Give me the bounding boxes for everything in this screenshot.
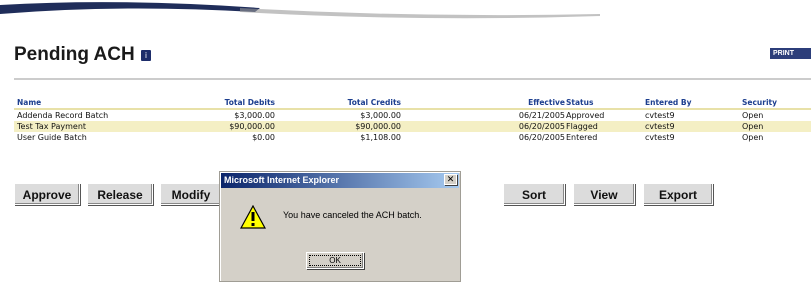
- sort-button[interactable]: Sort: [503, 183, 565, 205]
- table-row[interactable]: User Guide Batch $0.00 $1,108.00 06/20/2…: [14, 132, 811, 143]
- cell-status: Entered: [566, 133, 598, 142]
- ach-table: Name Total Debits Total Credits Effectiv…: [14, 97, 811, 143]
- table-row[interactable]: Test Tax Payment $90,000.00 $90,000.00 0…: [14, 121, 811, 132]
- column-header-security[interactable]: Security: [742, 97, 777, 108]
- warning-icon: [240, 205, 266, 229]
- page-title: Pending ACH: [14, 44, 135, 65]
- table-header: Name Total Debits Total Credits Effectiv…: [14, 97, 811, 110]
- cell-name[interactable]: Addenda Record Batch: [17, 110, 108, 121]
- cell-name[interactable]: User Guide Batch: [17, 132, 87, 143]
- divider: [14, 78, 811, 80]
- cell-security: Open: [742, 133, 764, 142]
- view-button[interactable]: View: [573, 183, 635, 205]
- cell-total-debits: $90,000.00: [229, 122, 275, 131]
- column-header-total-credits[interactable]: Total Credits: [348, 97, 401, 108]
- cell-status: Flagged: [566, 122, 598, 131]
- cell-total-credits: $1,108.00: [360, 133, 401, 142]
- cell-effective: 06/21/2005: [518, 111, 565, 120]
- print-button[interactable]: PRINT: [770, 48, 811, 59]
- alert-dialog: Microsoft Internet Explorer ✕ You have c…: [219, 171, 461, 282]
- cell-security: Open: [742, 122, 764, 131]
- column-header-effective[interactable]: Effective: [528, 97, 565, 108]
- cell-entered-by: cvtest9: [645, 111, 675, 120]
- table-row[interactable]: Addenda Record Batch $3,000.00 $3,000.00…: [14, 110, 811, 121]
- cell-entered-by: cvtest9: [645, 133, 675, 142]
- cell-entered-by: cvtest9: [645, 122, 675, 131]
- export-button[interactable]: Export: [643, 183, 713, 205]
- dialog-message: You have canceled the ACH batch.: [283, 210, 422, 220]
- header-swoosh: [0, 0, 600, 19]
- cell-effective: 06/20/2005: [518, 122, 565, 131]
- column-header-entered-by[interactable]: Entered By: [645, 97, 692, 108]
- close-icon[interactable]: ✕: [444, 174, 457, 185]
- cell-security: Open: [742, 111, 764, 120]
- cell-total-debits: $3,000.00: [234, 111, 275, 120]
- cell-name[interactable]: Test Tax Payment: [17, 121, 86, 132]
- cell-total-credits: $3,000.00: [360, 111, 401, 120]
- cell-total-debits: $0.00: [252, 133, 275, 142]
- release-button[interactable]: Release: [87, 183, 153, 205]
- info-icon[interactable]: i: [141, 50, 151, 61]
- modify-button[interactable]: Modify: [160, 183, 222, 205]
- cell-total-credits: $90,000.00: [355, 122, 401, 131]
- column-header-name[interactable]: Name: [17, 97, 41, 108]
- cell-effective: 06/20/2005: [518, 133, 565, 142]
- column-header-total-debits[interactable]: Total Debits: [225, 97, 275, 108]
- ok-button[interactable]: OK: [306, 252, 364, 269]
- cell-status: Approved: [566, 111, 605, 120]
- approve-button[interactable]: Approve: [14, 183, 80, 205]
- dialog-title: Microsoft Internet Explorer: [221, 173, 459, 188]
- column-header-status[interactable]: Status: [566, 97, 593, 108]
